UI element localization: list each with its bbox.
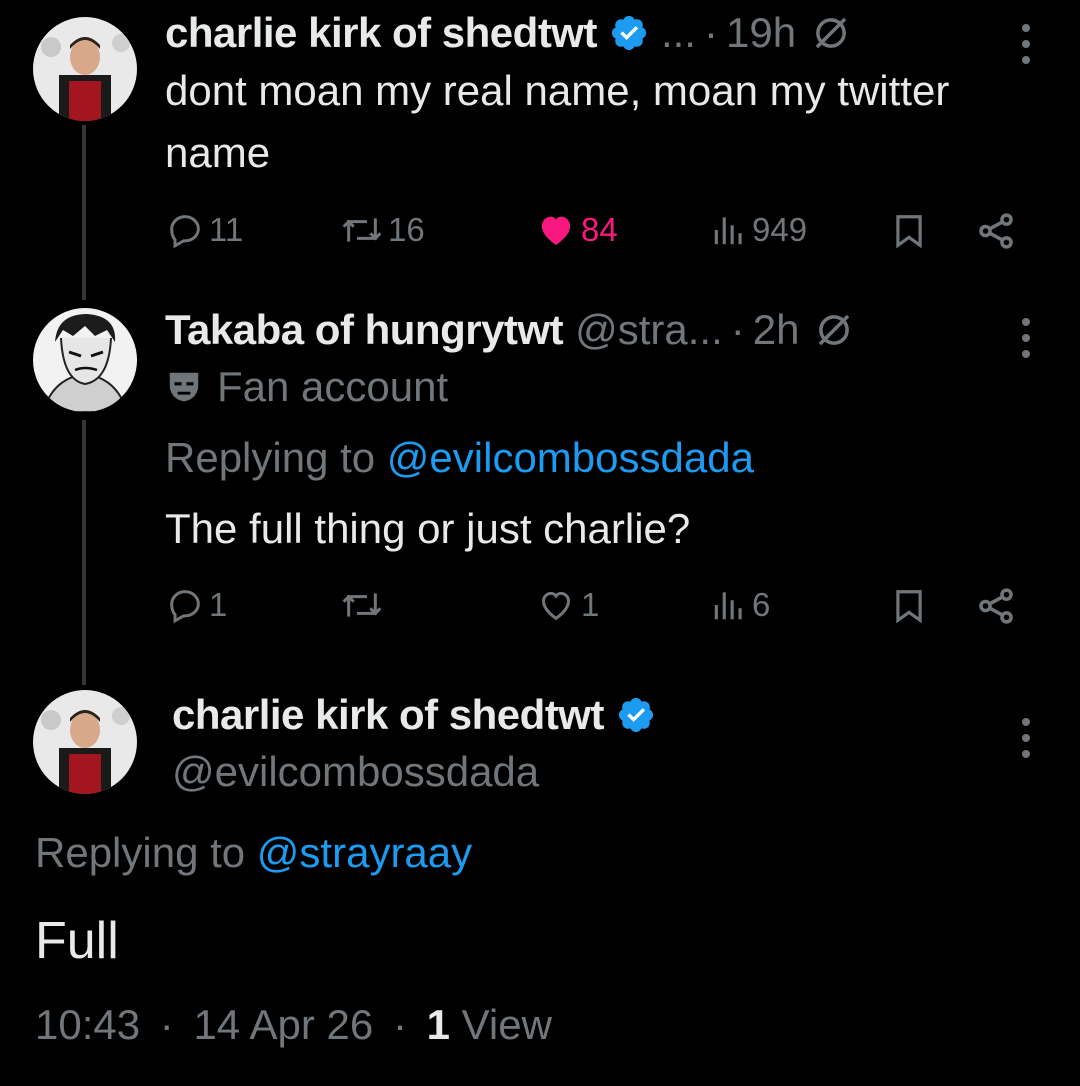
handle-truncated[interactable]: ... [661, 8, 696, 58]
action-bar: 1 1 6 [165, 585, 1025, 635]
avatar-image-charlie [33, 690, 137, 794]
like-count: 84 [581, 211, 618, 248]
replying-to-prefix: Replying to [165, 434, 376, 481]
retweet-icon [342, 218, 382, 242]
display-name[interactable]: charlie kirk of shedtwt [172, 690, 604, 740]
tweet-time[interactable]: 2h [753, 305, 800, 355]
tweet-header: charlie kirk of shedtwt ... · 19h [165, 8, 852, 58]
views-icon [714, 217, 742, 245]
share-button[interactable] [975, 585, 1017, 627]
display-name[interactable]: charlie kirk of shedtwt [165, 8, 597, 58]
like-icon [541, 591, 571, 621]
bookmark-icon [896, 590, 922, 624]
grok-icon[interactable] [813, 309, 855, 351]
fan-account-text: Fan account [217, 363, 449, 410]
display-name[interactable]: Takaba of hungrytwt [165, 305, 564, 355]
replying-to-prefix: Replying to [35, 829, 246, 876]
share-button[interactable] [975, 210, 1017, 252]
tweet-time[interactable]: 10:43 [35, 1001, 140, 1048]
verified-badge-icon [609, 13, 649, 53]
retweet-button[interactable]: 16 [340, 210, 425, 250]
views-count: 1 [426, 1001, 450, 1048]
grok-icon[interactable] [810, 12, 852, 54]
retweet-button[interactable] [340, 585, 384, 625]
retweet-count: 16 [388, 211, 425, 248]
avatar[interactable] [33, 17, 137, 121]
reply-button[interactable]: 11 [165, 210, 243, 250]
views-button[interactable]: 6 [710, 585, 770, 625]
tweet-time[interactable]: 19h [726, 8, 796, 58]
separator-dot: · [703, 9, 718, 56]
views-button[interactable]: 949 [710, 210, 807, 250]
like-count: 1 [581, 586, 600, 623]
fan-mask-icon [169, 372, 199, 402]
action-bar: 11 16 84 949 [165, 210, 1025, 260]
like-button[interactable]: 1 [535, 585, 599, 625]
like-button[interactable]: 84 [535, 210, 618, 250]
tweet-text: dont moan my real name, moan my twitter … [165, 67, 950, 176]
reply-button[interactable]: 1 [165, 585, 227, 625]
avatar-image-takaba [33, 308, 137, 412]
focused-tweet-header: charlie kirk of shedtwt [172, 690, 656, 740]
replying-to: Replying to @evilcombossdada [165, 433, 754, 483]
handle[interactable]: @evilcombossdada [172, 747, 539, 797]
separator-dot: · [730, 306, 745, 353]
bookmark-button[interactable] [890, 210, 928, 252]
tweet-meta: 10:43 · 14 Apr 26 · 1 View [35, 1000, 552, 1050]
view-count: 6 [752, 586, 771, 623]
more-icon[interactable] [1016, 718, 1036, 758]
reply-count: 1 [209, 586, 228, 623]
tweet-header: Takaba of hungrytwt @stra... · 2h [165, 305, 855, 355]
thread-line-1 [82, 125, 86, 300]
tweet-date[interactable]: 14 Apr 26 [193, 1001, 373, 1048]
views-icon [714, 592, 742, 620]
like-icon [541, 216, 571, 245]
avatar-image-charlie [33, 17, 137, 121]
share-icon [979, 588, 1013, 624]
separator-dot: · [159, 1001, 174, 1048]
more-icon[interactable] [1016, 24, 1036, 64]
reply-icon [170, 215, 200, 249]
fan-account-label: Fan account [165, 362, 448, 412]
tweet-text: Full [35, 912, 119, 970]
thread-line-2 [82, 420, 86, 685]
retweet-icon [342, 593, 382, 617]
avatar[interactable] [33, 690, 137, 794]
handle[interactable]: @stra... [575, 305, 723, 355]
tweet-text: The full thing or just charlie? [165, 505, 691, 552]
share-icon [979, 213, 1013, 249]
verified-badge-icon [616, 695, 656, 735]
more-icon[interactable] [1016, 318, 1036, 358]
view-count: 949 [752, 211, 808, 248]
avatar[interactable] [33, 308, 137, 412]
reply-count: 11 [209, 211, 244, 248]
bookmark-icon [896, 215, 922, 249]
views-label: View [461, 1001, 552, 1048]
tweet-thread: charlie kirk of shedtwt ... · 19h dont m… [0, 0, 1080, 1086]
reply-mention-link[interactable]: @evilcombossdada [387, 434, 754, 481]
reply-mention-link[interactable]: @strayraay [257, 829, 472, 876]
separator-dot: · [392, 1001, 407, 1048]
replying-to: Replying to @strayraay [35, 828, 472, 878]
bookmark-button[interactable] [890, 585, 928, 627]
reply-icon [170, 590, 200, 624]
